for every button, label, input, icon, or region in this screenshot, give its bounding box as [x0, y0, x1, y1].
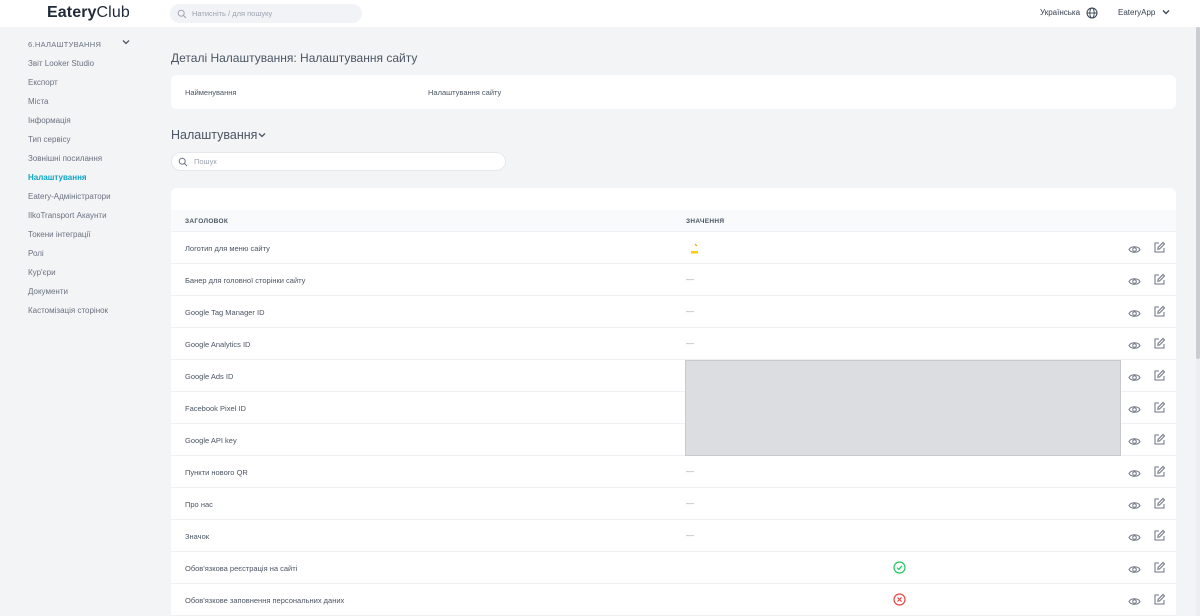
sidebar-item[interactable]: Міста	[28, 97, 48, 106]
sidebar-item[interactable]: Звіт Looker Studio	[28, 59, 94, 68]
chevron-down-icon[interactable]	[258, 132, 266, 138]
section-title[interactable]: Налаштування	[171, 128, 257, 142]
view-eye-icon[interactable]	[1128, 562, 1141, 580]
edit-icon[interactable]	[1153, 561, 1166, 579]
row-title: Обов'язкова реєстрація на сайті	[185, 564, 298, 573]
row-value: —	[686, 467, 694, 476]
row-value: —	[686, 275, 694, 284]
global-search-input[interactable]: Натисніть / для пошуку	[170, 4, 362, 23]
row-title: Google Analytics ID	[185, 340, 251, 349]
table-header: ЗАГОЛОВОК ЗНАЧЕННЯ	[171, 210, 1176, 232]
row-title: Значок	[185, 532, 210, 541]
table-row[interactable]: Обов'язкова реєстрація на сайті	[171, 552, 1176, 584]
row-title: Google Tag Manager ID	[185, 308, 265, 317]
sidebar-item[interactable]: Ролі	[28, 249, 44, 258]
edit-icon[interactable]	[1153, 497, 1166, 515]
row-title: Логотип для меню сайту	[185, 244, 270, 253]
edit-icon[interactable]	[1153, 401, 1166, 419]
edit-icon[interactable]	[1153, 337, 1166, 355]
edit-icon[interactable]	[1153, 305, 1166, 323]
globe-icon[interactable]	[1086, 7, 1098, 19]
edit-icon[interactable]	[1153, 241, 1166, 259]
sidebar: 6.НАЛАШТУВАННЯ Звіт Looker Studio Експорт…	[0, 27, 155, 616]
table-row[interactable]: Пункти нового QR —	[171, 456, 1176, 488]
row-title: Google API key	[185, 436, 237, 445]
table-row[interactable]: Google Analytics ID —	[171, 328, 1176, 360]
settings-search-placeholder: Пошук	[194, 157, 217, 166]
details-card: Найменування Налаштування сайту	[171, 75, 1176, 109]
view-eye-icon[interactable]	[1128, 530, 1141, 548]
row-title: Facebook Pixel ID	[185, 404, 246, 413]
row-title: Пункти нового QR	[185, 468, 248, 477]
view-eye-icon[interactable]	[1128, 402, 1141, 420]
row-value: —	[686, 499, 694, 508]
sidebar-item[interactable]: IlkoTransport Акаунти	[28, 211, 107, 220]
row-title: Обов'язкове заповнення персональних дани…	[185, 596, 345, 605]
sidebar-item[interactable]: Тип сервісу	[28, 135, 70, 144]
table-row[interactable]: Банер для головної сторінки сайту —	[171, 264, 1176, 296]
row-title: Про нас	[185, 500, 213, 509]
global-search-placeholder: Натисніть / для пошуку	[192, 9, 273, 18]
table-row[interactable]: Значок —	[171, 520, 1176, 552]
view-eye-icon[interactable]	[1128, 370, 1141, 388]
search-icon	[177, 9, 187, 18]
sidebar-item[interactable]: Кастомізація сторінок	[28, 306, 108, 315]
view-eye-icon[interactable]	[1128, 498, 1141, 516]
table-row[interactable]: Логотип для меню сайту	[171, 232, 1176, 264]
top-bar: EateryClub Натисніть / для пошуку Україн…	[0, 0, 1200, 27]
view-eye-icon[interactable]	[1128, 434, 1141, 452]
scrollbar-thumb[interactable]	[1196, 27, 1200, 359]
sidebar-item[interactable]: Експорт	[28, 78, 58, 87]
language-selector[interactable]: Українська	[1040, 8, 1080, 17]
sidebar-section-title[interactable]: 6.НАЛАШТУВАННЯ	[28, 40, 101, 49]
logo-bold-text: Eatery	[47, 4, 97, 21]
row-value: —	[686, 339, 694, 348]
edit-icon[interactable]	[1153, 369, 1166, 387]
edit-icon[interactable]	[1153, 273, 1166, 291]
logo-thumbnail	[686, 240, 702, 256]
sidebar-item[interactable]: Налаштування	[28, 173, 87, 182]
sidebar-item[interactable]: Документи	[28, 287, 68, 296]
view-eye-icon[interactable]	[1128, 274, 1141, 292]
row-value: —	[686, 531, 694, 540]
sidebar-item[interactable]: Токени інтеграції	[28, 230, 90, 239]
edit-icon[interactable]	[1153, 593, 1166, 611]
row-title: Банер для головної сторінки сайту	[185, 276, 306, 285]
page-title: Деталі Налаштування: Налаштування сайту	[171, 51, 418, 65]
chevron-down-icon[interactable]	[1162, 9, 1170, 15]
app-logo[interactable]: EateryClub	[47, 4, 130, 22]
view-eye-icon[interactable]	[1128, 338, 1141, 356]
sidebar-item[interactable]: Eatery-Адміністратори	[28, 192, 111, 201]
check-circle-icon	[893, 561, 906, 579]
details-key: Найменування	[185, 88, 237, 97]
chevron-down-icon[interactable]	[122, 39, 130, 45]
sidebar-item[interactable]: Інформація	[28, 116, 71, 125]
table-row[interactable]: Google Tag Manager ID —	[171, 296, 1176, 328]
column-header-value[interactable]: ЗНАЧЕННЯ	[686, 218, 724, 225]
redacted-values	[685, 360, 1121, 456]
search-icon	[178, 157, 188, 166]
settings-search-input[interactable]: Пошук	[171, 152, 506, 171]
table-row[interactable]: Про нас —	[171, 488, 1176, 520]
view-eye-icon[interactable]	[1128, 594, 1141, 612]
row-title: Google Ads ID	[185, 372, 234, 381]
view-eye-icon[interactable]	[1128, 466, 1141, 484]
sidebar-item[interactable]: Кур'єри	[28, 268, 56, 277]
row-value: —	[686, 307, 694, 316]
x-circle-icon	[893, 593, 906, 611]
edit-icon[interactable]	[1153, 529, 1166, 547]
table-row[interactable]: Обов'язкове заповнення персональних дани…	[171, 584, 1176, 616]
view-eye-icon[interactable]	[1128, 306, 1141, 324]
sidebar-item[interactable]: Зовнішні посилання	[28, 154, 102, 163]
view-eye-icon[interactable]	[1128, 242, 1141, 260]
details-value: Налаштування сайту	[428, 88, 502, 97]
column-header-title[interactable]: ЗАГОЛОВОК	[185, 218, 228, 225]
app-switcher[interactable]: EateryApp	[1118, 8, 1155, 17]
edit-icon[interactable]	[1153, 433, 1166, 451]
edit-icon[interactable]	[1153, 465, 1166, 483]
logo-light-text: Club	[96, 4, 130, 21]
